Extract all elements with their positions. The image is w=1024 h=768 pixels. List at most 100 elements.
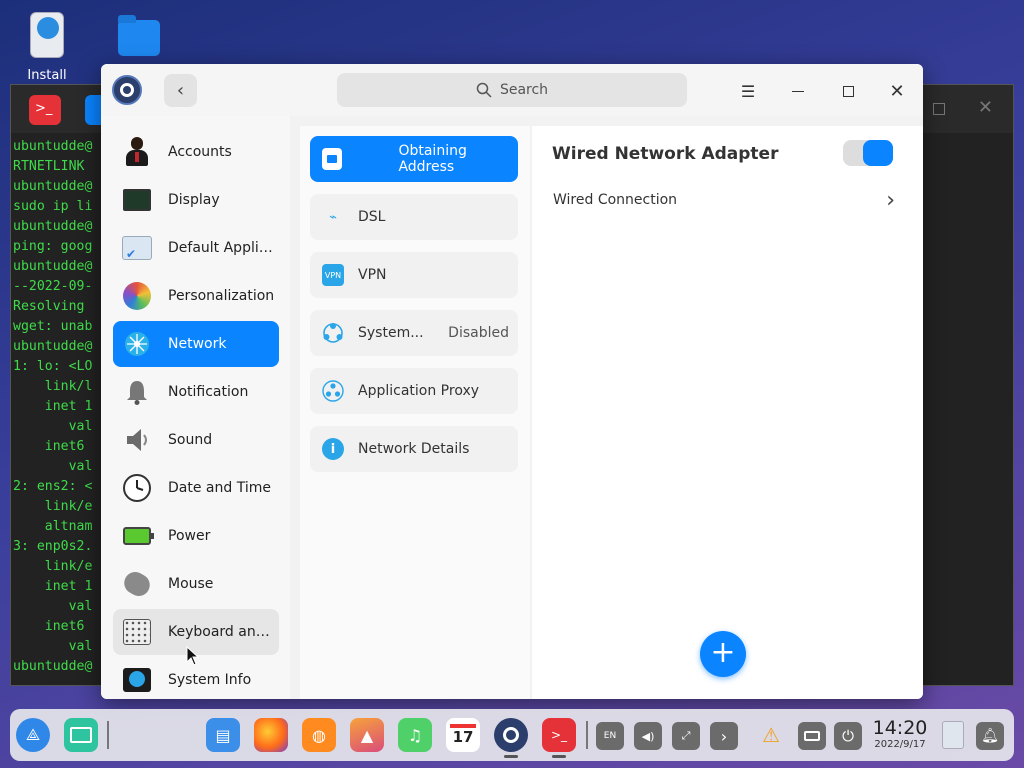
sidebar-item-label: Sound: [168, 432, 213, 448]
sidebar-item-accounts[interactable]: Accounts: [113, 129, 279, 175]
network-item-application-proxy[interactable]: Application Proxy: [310, 368, 518, 414]
application-proxy-icon: [322, 380, 344, 402]
minimize-button[interactable]: [783, 76, 813, 106]
network-item-label: VPN: [358, 267, 387, 283]
network-item-status: Disabled: [448, 325, 509, 341]
control-center-icon: [503, 727, 519, 743]
network-item-vpn[interactable]: VPN VPN: [310, 252, 518, 298]
app-store-icon-button[interactable]: ▤: [206, 718, 240, 752]
music-button[interactable]: ♫: [398, 718, 432, 752]
menu-button[interactable]: ☰: [733, 76, 763, 106]
power-button[interactable]: ⏻: [834, 722, 862, 750]
launcher-icon: ⟁: [25, 725, 41, 744]
folder-desktop-icon[interactable]: [104, 15, 174, 56]
accounts-icon: [121, 136, 153, 168]
network-item-dsl[interactable]: ⌁ DSL: [310, 194, 518, 240]
volume-button[interactable]: ◀): [634, 722, 662, 750]
network-item-details[interactable]: i Network Details: [310, 426, 518, 472]
sidebar-item-label: Keyboard and ...: [168, 624, 278, 640]
vpn-icon: VPN: [322, 264, 344, 286]
sidebar-item-label: Mouse: [168, 576, 214, 592]
control-center-window: ‹ Search ☰ ✕ Accounts Display ✔ Default …: [101, 64, 923, 699]
launcher-button[interactable]: ⟁: [16, 718, 50, 752]
system-proxy-icon: [322, 322, 344, 344]
control-center-taskbar-button[interactable]: [494, 718, 528, 752]
chevron-left-icon: ‹: [176, 80, 185, 101]
firefox-button[interactable]: [254, 718, 288, 752]
battery-icon: [121, 520, 154, 552]
terminal-taskbar-button[interactable]: >_: [542, 718, 576, 752]
search-placeholder: Search: [499, 82, 549, 98]
keyboard-layout-button[interactable]: EN: [596, 722, 624, 750]
info-icon: i: [322, 438, 344, 460]
sidebar-item-display[interactable]: Display: [113, 177, 279, 223]
multitask-icon: [70, 727, 92, 743]
default-apps-icon: ✔: [121, 232, 153, 264]
notification-center-button[interactable]: 🔔︎: [976, 722, 1004, 750]
terminal-icon: >_: [29, 95, 61, 125]
clock-icon: [121, 472, 153, 504]
calendar-button[interactable]: 17: [446, 718, 480, 752]
multitask-view-button[interactable]: [64, 718, 98, 752]
sidebar-item-label: Display: [168, 192, 220, 208]
adapter-toggle[interactable]: [843, 140, 893, 166]
clock-time: 14:20: [872, 717, 928, 739]
installer-icon: [30, 12, 64, 58]
sidebar-item-default-applications[interactable]: ✔ Default Applic...: [113, 225, 279, 271]
warning-icon[interactable]: ⚠: [762, 723, 780, 747]
power-icon: ⏻: [842, 727, 854, 745]
wired-connection-row[interactable]: Wired Connection ›: [532, 188, 923, 218]
network-tray-button[interactable]: ⤢: [672, 722, 700, 750]
terminal-prompt-icon: >_: [550, 728, 568, 742]
sidebar-item-notification[interactable]: Notification: [113, 369, 279, 415]
app-store-button[interactable]: ◍: [302, 718, 336, 752]
network-item-label: System...: [358, 325, 424, 341]
keyboard-tray-icon: [804, 731, 820, 741]
network-item-wired[interactable]: Obtaining Address: [310, 136, 518, 182]
system-info-icon: [121, 664, 153, 696]
network-tray-icon: ⤢: [681, 729, 691, 742]
keyboard-icon: [121, 616, 153, 648]
sidebar-item-personalization[interactable]: Personalization: [113, 273, 279, 319]
sidebar-item-network[interactable]: Network: [113, 321, 279, 367]
personalization-icon: [121, 280, 153, 312]
detail-panel: Wired Network Adapter Wired Connection ›…: [532, 126, 923, 699]
taskbar-divider: [586, 721, 588, 749]
network-item-label: Obtaining Address: [398, 143, 467, 175]
clock-date: 2022/9/17: [874, 739, 926, 750]
maximize-button[interactable]: [833, 76, 863, 106]
sidebar-item-date-time[interactable]: Date and Time: [113, 465, 279, 511]
mouse-icon: [120, 567, 154, 601]
sidebar-item-power[interactable]: Power: [113, 513, 279, 559]
control-center-logo-icon: [112, 75, 142, 105]
onscreen-keyboard-button[interactable]: [798, 722, 826, 750]
bell-icon: 🔔︎: [981, 728, 999, 744]
image-viewer-button[interactable]: ▲: [350, 718, 384, 752]
dsl-icon: ⌁: [329, 209, 337, 225]
search-input[interactable]: Search: [337, 73, 687, 107]
expand-tray-button[interactable]: ›: [710, 722, 738, 750]
back-button[interactable]: ‹: [164, 74, 197, 107]
trash-icon[interactable]: [942, 721, 964, 749]
install-desktop-icon[interactable]: Install: [12, 12, 82, 83]
bell-icon: [121, 376, 153, 408]
maximize-icon: [842, 85, 854, 97]
cursor-icon: [186, 646, 200, 666]
network-item-system-proxy[interactable]: System... Disabled: [310, 310, 518, 356]
chevron-right-icon: ›: [886, 188, 895, 213]
clock[interactable]: 14:20 2022/9/17: [872, 717, 928, 750]
close-icon: ✕: [889, 80, 905, 102]
minimize-icon: [792, 90, 804, 92]
add-connection-button[interactable]: +: [700, 631, 746, 677]
hamburger-icon: ☰: [740, 81, 756, 101]
photo-icon: ▲: [360, 725, 374, 745]
sidebar-item-sound[interactable]: Sound: [113, 417, 279, 463]
volume-icon: ◀): [641, 729, 655, 743]
active-indicator: [504, 755, 518, 758]
close-button[interactable]: ✕: [882, 76, 912, 106]
sidebar-item-mouse[interactable]: Mouse: [113, 561, 279, 607]
terminal-maximize-icon[interactable]: [933, 103, 945, 115]
sidebar-item-label: System Info: [168, 672, 252, 688]
terminal-close-icon[interactable]: ✕: [978, 97, 993, 118]
sidebar-item-label: Notification: [168, 384, 249, 400]
